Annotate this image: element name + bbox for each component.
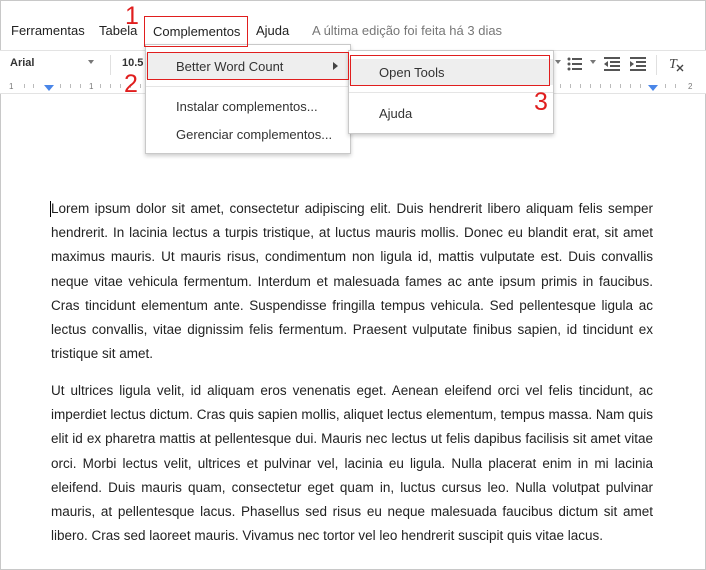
menu-item-help[interactable]: Ajuda <box>349 100 553 126</box>
menu-item-label: Instalar complementos... <box>176 99 318 114</box>
ruler-tick <box>140 84 141 88</box>
list-dropdown-caret-icon[interactable] <box>590 60 596 64</box>
ruler-tick <box>80 84 81 88</box>
font-family-select[interactable]: Arial <box>10 57 34 69</box>
decrease-indent-icon[interactable] <box>604 57 620 71</box>
menu-item-manage-addons[interactable]: Gerenciar complementos... <box>146 121 350 147</box>
ruler-tick <box>630 84 631 88</box>
annotation-box-open-tools <box>350 55 550 86</box>
annotation-step-1: 1 <box>125 2 139 30</box>
font-dropdown-caret-icon[interactable] <box>88 60 94 64</box>
ruler-number: 1 <box>9 82 14 91</box>
svg-text:T: T <box>669 57 678 72</box>
ruler-tick <box>675 84 676 88</box>
ruler-tick <box>665 84 666 88</box>
document-paragraph-2[interactable]: Ut ultrices ligula velit, id aliquam ero… <box>51 379 653 548</box>
menu-separator <box>349 92 553 93</box>
ruler-tick <box>640 84 641 88</box>
menu-item-label: Ajuda <box>379 106 413 121</box>
ruler-tick <box>560 84 561 88</box>
ruler-number: 1 <box>89 82 94 91</box>
ruler-tick <box>620 84 621 88</box>
increase-indent-icon[interactable] <box>630 57 646 71</box>
menu-item-label: Gerenciar complementos... <box>176 127 333 142</box>
toolbar-divider <box>656 55 657 75</box>
left-indent-marker[interactable] <box>44 85 54 91</box>
ruler-tick <box>580 84 581 88</box>
ruler-tick <box>60 84 61 88</box>
ruler-tick <box>600 84 601 88</box>
right-indent-marker[interactable] <box>648 85 658 91</box>
ruler-tick <box>610 84 611 88</box>
ruler-tick <box>33 84 34 88</box>
annotation-step-3: 3 <box>534 88 548 116</box>
annotation-box-complementos <box>144 16 248 47</box>
menu-item-install-addons[interactable]: Instalar complementos... <box>146 93 350 119</box>
menu-ferramentas[interactable]: Ferramentas <box>11 23 85 38</box>
ruler-tick <box>100 84 101 88</box>
menu-bar: Ferramentas Tabela Ajuda A última edição… <box>0 14 706 46</box>
ruler-tick <box>570 84 571 88</box>
annotation-box-better-word-count <box>147 52 349 80</box>
ruler-tick <box>120 84 121 88</box>
line-spacing-icon[interactable] <box>555 60 561 64</box>
clear-formatting-icon[interactable]: T <box>668 56 684 72</box>
menu-separator <box>146 86 350 87</box>
annotation-step-2: 2 <box>124 70 138 98</box>
bulleted-list-icon[interactable] <box>567 57 583 71</box>
ruler-tick <box>590 84 591 88</box>
menu-ajuda[interactable]: Ajuda <box>256 23 289 38</box>
ruler-tick <box>24 84 25 88</box>
toolbar-divider <box>110 55 111 75</box>
document-paragraph-1[interactable]: Lorem ipsum dolor sit amet, consectetur … <box>51 197 653 366</box>
ruler-tick <box>110 84 111 88</box>
ruler-number: 2 <box>688 82 693 91</box>
last-edit-status[interactable]: A última edição foi feita há 3 dias <box>312 23 502 38</box>
font-size-select[interactable]: 10.5 <box>122 57 143 69</box>
ruler-tick <box>70 84 71 88</box>
